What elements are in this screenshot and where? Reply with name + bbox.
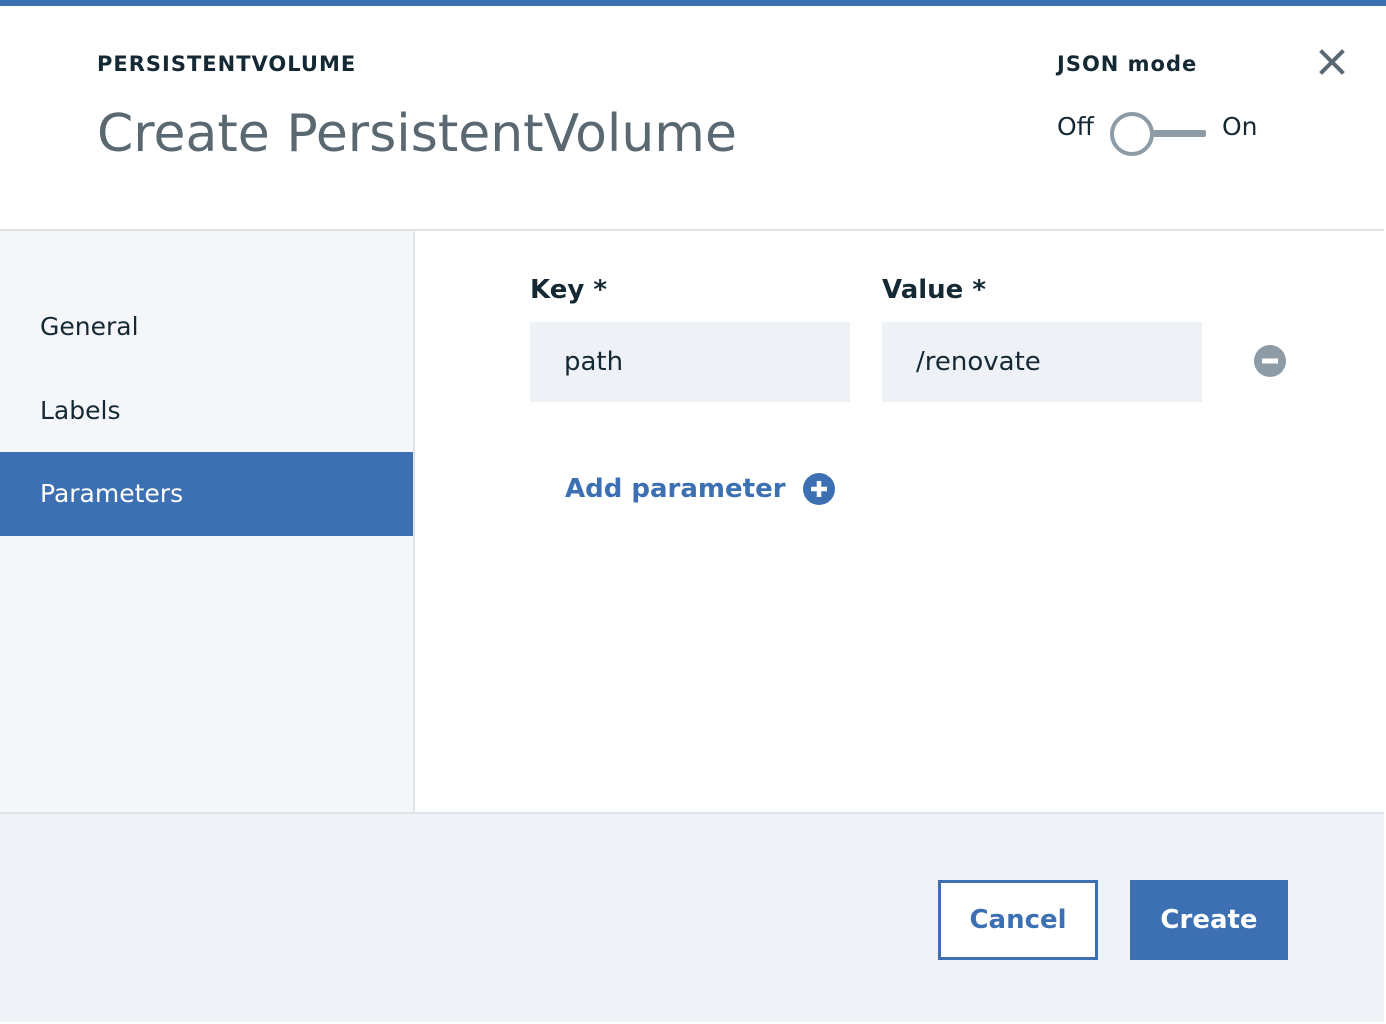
sidebar-item-general[interactable]: General xyxy=(0,285,413,369)
sidebar-item-parameters[interactable]: Parameters xyxy=(0,452,413,536)
sidebar-item-labels[interactable]: Labels xyxy=(0,369,413,453)
add-parameter-button[interactable]: Add parameter xyxy=(565,469,836,509)
sidebar-nav: General Labels Parameters xyxy=(0,231,415,812)
parameters-panel: Key * Value * Add parameter xyxy=(415,231,1384,812)
value-label: Value * xyxy=(882,275,986,305)
create-button[interactable]: Create xyxy=(1130,880,1288,960)
key-label: Key * xyxy=(530,275,607,305)
cancel-button[interactable]: Cancel xyxy=(938,880,1098,960)
remove-parameter-button[interactable] xyxy=(1253,344,1287,378)
modal-eyebrow: PERSISTENTVOLUME xyxy=(97,52,357,76)
toggle-knob xyxy=(1110,112,1154,156)
value-input[interactable] xyxy=(882,322,1202,402)
modal-footer: Cancel Create xyxy=(0,812,1384,1022)
modal-title: Create PersistentVolume xyxy=(97,104,737,164)
add-parameter-label: Add parameter xyxy=(565,474,786,504)
minus-circle-icon xyxy=(1254,345,1286,377)
json-mode-toggle[interactable] xyxy=(1108,110,1208,158)
key-input[interactable] xyxy=(530,322,850,402)
json-mode-on-label: On xyxy=(1222,112,1258,141)
json-mode-label: JSON mode xyxy=(1057,52,1198,76)
modal-header: PERSISTENTVOLUME Create PersistentVolume… xyxy=(0,6,1384,231)
plus-circle-icon xyxy=(802,473,835,505)
close-button[interactable] xyxy=(1316,46,1348,78)
json-mode-off-label: Off xyxy=(1057,112,1094,141)
create-persistentvolume-modal: PERSISTENTVOLUME Create PersistentVolume… xyxy=(0,0,1386,1022)
close-icon xyxy=(1319,49,1345,75)
